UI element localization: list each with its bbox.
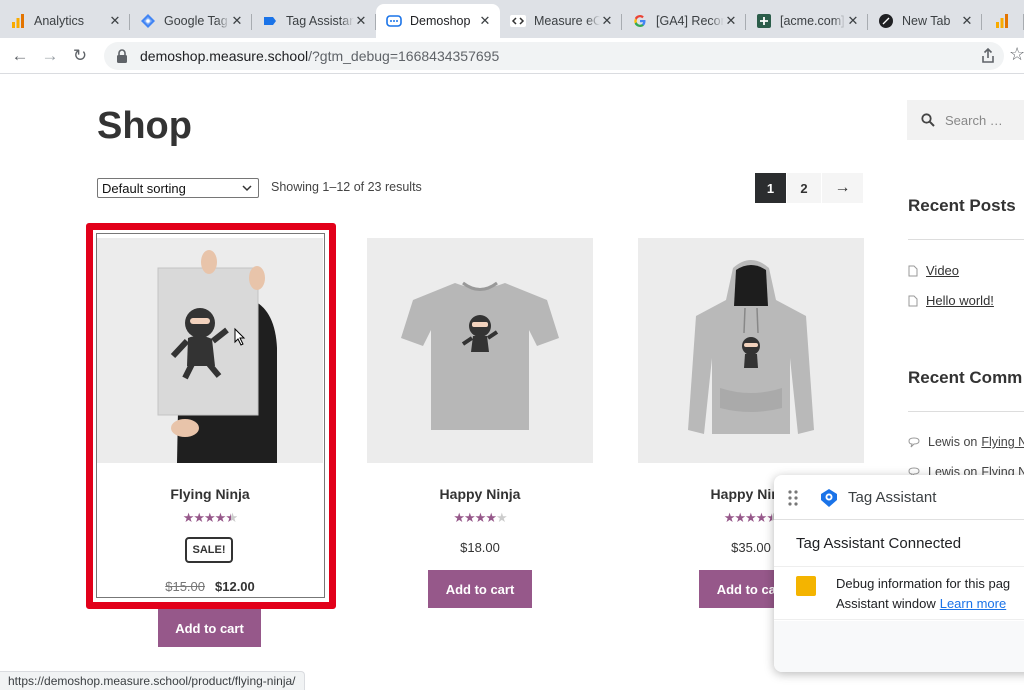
comment-post-link[interactable]: Flying Ni — [981, 435, 1024, 449]
highlight-inner-border — [96, 233, 325, 598]
close-icon[interactable]: ✕ — [846, 13, 860, 29]
recent-posts-heading: Recent Posts — [908, 196, 1016, 215]
debug-info-text: Debug information for this pag — [836, 576, 1011, 591]
tab-title: [GA4] Recommended events — [656, 14, 724, 28]
back-icon[interactable]: ← — [10, 46, 30, 66]
close-icon[interactable]: ✕ — [960, 13, 974, 29]
add-to-cart-button[interactable]: Add to cart — [158, 609, 261, 647]
recent-post-link[interactable]: Hello world! — [908, 293, 994, 308]
tab-title: Analytics — [34, 14, 85, 28]
tag-assistant-icon — [262, 13, 278, 29]
sort-selected-value: Default sorting — [102, 180, 186, 196]
tag-assistant-header: Tag Assistant — [774, 475, 1024, 520]
product-name[interactable]: Happy Ninja — [367, 486, 593, 502]
lock-icon — [116, 49, 130, 63]
tab-title: [acme.com] — [780, 14, 845, 28]
page-title: Shop — [97, 105, 192, 147]
search-icon — [921, 113, 935, 127]
pagination-page-2[interactable]: 2 — [787, 173, 821, 203]
product-image[interactable] — [367, 238, 593, 463]
share-icon[interactable] — [978, 46, 998, 66]
learn-more-link[interactable]: Learn more — [940, 596, 1006, 611]
close-icon[interactable]: ✕ — [354, 13, 368, 29]
tab-overflow[interactable] — [982, 4, 1024, 38]
tab-strip: Analytics ✕ Google Tag Manager ✕ Tag Ass… — [0, 0, 1024, 38]
pagination-page-1[interactable]: 1 — [755, 173, 786, 203]
close-icon[interactable]: ✕ — [230, 13, 244, 29]
divider — [908, 411, 1024, 412]
tab-title: New Tab — [902, 14, 951, 28]
post-title[interactable]: Video — [926, 263, 959, 278]
recent-comments-heading: Recent Comm — [908, 368, 1023, 387]
analytics-icon — [994, 13, 1010, 29]
acme-icon — [756, 13, 772, 29]
product-price: $18.00 — [460, 540, 500, 555]
tag-assistant-panel: Tag Assistant Tag Assistant Connected De… — [774, 475, 1024, 672]
add-to-cart-button[interactable]: Add to cart — [428, 570, 532, 608]
tab-title: Google Tag Manager — [164, 14, 230, 28]
post-title[interactable]: Hello world! — [926, 293, 994, 308]
measure-icon — [510, 13, 526, 29]
tab-title: Tag Assistant — [286, 14, 354, 28]
close-icon[interactable]: ✕ — [600, 13, 614, 29]
tab-tag-assistant[interactable]: Tag Assistant ✕ — [252, 4, 376, 38]
debug-info-row: Debug information for this pag Assistant… — [774, 566, 1024, 620]
sort-select[interactable]: Default sorting — [97, 178, 259, 198]
product-image[interactable] — [638, 238, 864, 463]
document-icon — [908, 295, 918, 306]
demoshop-icon — [386, 13, 402, 29]
tab-analytics[interactable]: Analytics ✕ — [0, 4, 130, 38]
address-bar[interactable]: demoshop.measure.school/?gtm_debug=16684… — [104, 42, 1004, 70]
comment-icon — [908, 436, 920, 447]
url-path: /?gtm_debug=1668434357695 — [308, 48, 500, 64]
warning-square-icon — [796, 576, 816, 596]
chevron-down-icon — [242, 185, 252, 192]
drag-handle-icon[interactable] — [788, 490, 798, 506]
close-icon[interactable]: ✕ — [724, 13, 738, 29]
forward-icon[interactable]: → — [40, 46, 60, 66]
result-count: Showing 1–12 of 23 results — [271, 180, 422, 194]
close-icon[interactable]: ✕ — [108, 13, 122, 29]
url-host: demoshop.measure.school — [140, 48, 309, 64]
browser-toolbar: ← → ↻ demoshop.measure.school/?gtm_debug… — [0, 38, 1024, 74]
tab-demoshop[interactable]: Demoshop ✕ — [376, 4, 500, 38]
google-icon — [632, 13, 648, 29]
status-bar-url: https://demoshop.measure.school/product/… — [0, 671, 305, 690]
debug-info-text-2-label: Assistant window — [836, 596, 936, 611]
analytics-icon — [10, 13, 26, 29]
debug-info-text-2: Assistant window Learn more — [836, 596, 1006, 611]
tab-ga4-recommended[interactable]: [GA4] Recommended events ✕ — [622, 4, 746, 38]
close-icon[interactable]: ✕ — [478, 13, 492, 29]
google-tag-manager-icon — [140, 13, 156, 29]
search-placeholder: Search … — [945, 112, 1003, 128]
reload-icon[interactable]: ↻ — [70, 46, 90, 66]
tab-measure[interactable]: Measure eCommerce ✕ — [500, 4, 622, 38]
tab-title: Measure eCommerce — [534, 14, 600, 28]
document-icon — [908, 265, 918, 276]
pagination-next[interactable]: → — [822, 173, 863, 203]
tag-assistant-logo-icon — [821, 489, 837, 507]
bookmark-star-icon[interactable]: ☆ — [1009, 44, 1024, 65]
recent-comment: Lewis onFlying Ni — [908, 435, 1024, 449]
tag-assistant-title: Tag Assistant — [848, 489, 937, 506]
new-tab-icon — [878, 13, 894, 29]
tab-acme[interactable]: [acme.com] ✕ — [746, 4, 868, 38]
comment-on: on — [963, 435, 978, 449]
tab-google-tag-manager[interactable]: Google Tag Manager ✕ — [130, 4, 252, 38]
product-card-happy-ninja-tshirt[interactable]: Happy Ninja ★★★★★ $18.00 — [367, 238, 593, 555]
product-card-happy-ninja-hoodie[interactable]: Happy Ninja ★★★★★★ $35.00 — [638, 238, 864, 555]
divider — [908, 239, 1024, 240]
product-rating: ★★★★★ — [453, 510, 507, 525]
tab-title: Demoshop — [410, 14, 471, 28]
tag-assistant-footer — [774, 621, 1024, 672]
tab-new-tab[interactable]: New Tab ✕ — [868, 4, 982, 38]
recent-post-link[interactable]: Video — [908, 263, 959, 278]
comment-author: Lewis — [928, 435, 960, 449]
connection-status: Tag Assistant Connected — [796, 535, 962, 552]
sidebar-search-input[interactable]: Search … — [907, 100, 1024, 140]
